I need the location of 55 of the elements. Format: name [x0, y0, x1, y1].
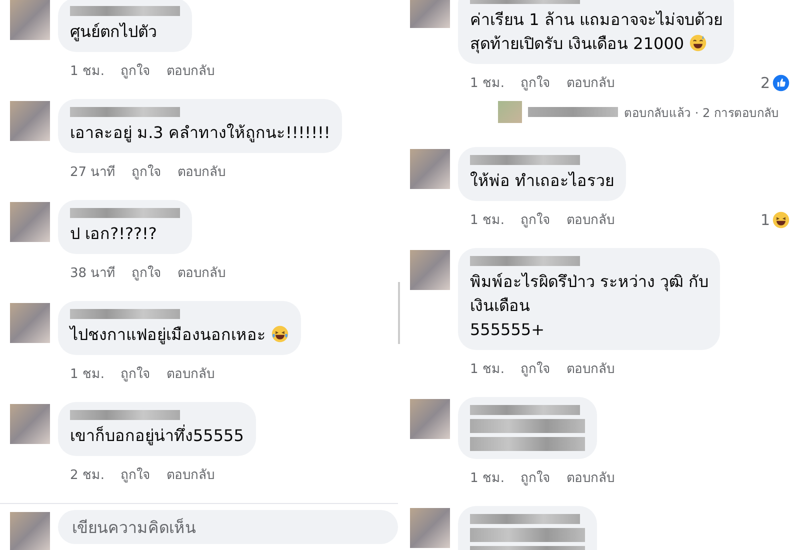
avatar-placeholder [410, 250, 450, 290]
comment-time[interactable]: 27 นาที [70, 161, 116, 182]
reply-link[interactable]: ตอบกลับ [566, 209, 615, 230]
like-link[interactable]: ถูกใจ [120, 464, 151, 485]
like-link[interactable]: ถูกใจ [132, 161, 162, 182]
comment-text: เอาละอยู่ ม.3 คลำทางให้ถูกนะ!!!!!!! [70, 122, 330, 144]
reply-link[interactable]: ตอบกลับ [566, 467, 615, 488]
avatar-placeholder [10, 202, 50, 242]
reaction-count[interactable]: 1 [760, 210, 790, 228]
laughing-face-icon [772, 210, 790, 228]
comment-time[interactable]: 1 ชม. [470, 209, 505, 230]
reply-link[interactable]: ตอบกลับ [566, 358, 615, 379]
comment-text: ค่าเรียน 1 ล้าน แถมอาจจะไม่จบด้วย สุดท้ายเปิดรับ เงินเดือน 21000 [470, 9, 722, 56]
avatar-placeholder [498, 101, 522, 123]
comment-time[interactable]: 1 ชม. [70, 60, 105, 81]
like-link[interactable]: ถูกใจ [520, 467, 551, 488]
like-link[interactable]: ถูกใจ [520, 209, 551, 230]
like-link[interactable]: ถูกใจ [120, 363, 151, 384]
laughing-face-icon [271, 325, 290, 343]
avatar-placeholder [410, 399, 450, 439]
comment-text: ไปชงกาแฟอยู่เมืองนอกเหอะ [70, 323, 290, 347]
reply-link[interactable]: ตอบกลับ [566, 72, 615, 93]
comment-time[interactable]: 38 นาที [70, 262, 116, 283]
comment-time[interactable]: 2 ชม. [70, 464, 105, 485]
comment-text: ป เอก?!??!? [70, 223, 158, 245]
comment-time[interactable]: 1 ชม. [70, 363, 105, 384]
like-link[interactable]: ถูกใจ [520, 72, 551, 93]
comment-text: ให้พ่อ ทำเถอะไอรวย [470, 170, 614, 192]
comment-text: ศูนย์ตกไปตัว [70, 21, 158, 44]
avatar-placeholder [10, 101, 50, 141]
reply-link[interactable]: ตอบกลับ [178, 161, 226, 182]
comment-time[interactable]: 1 ชม. [470, 72, 505, 93]
like-link[interactable]: ถูกใจ [120, 60, 151, 81]
reaction-count[interactable]: 2 [760, 74, 790, 92]
avatar-placeholder [410, 0, 450, 28]
reply-link[interactable]: ตอบกลับ [178, 262, 226, 283]
comment-input[interactable]: เขียนความคิดเห็น [58, 510, 398, 544]
reply-link[interactable]: ตอบกลับ [166, 363, 215, 384]
smiling-face-icon [689, 34, 708, 52]
comment-text: พิมพ์อะไรผิดรึป่าว ระหว่าง วุฒิ กับ เงินเดือน 555555+ [470, 271, 708, 341]
comment-text: เขาก็บอกอยู่น่าทึ่ง55555 [70, 424, 244, 448]
avatar-placeholder [10, 303, 50, 343]
replies-link[interactable]: ตอบกลับแล้ว · 2 การตอบกลับ [624, 102, 779, 122]
avatar-placeholder [10, 404, 50, 444]
reply-link[interactable]: ตอบกลับ [166, 464, 215, 485]
avatar-placeholder [410, 508, 450, 548]
comment-time[interactable]: 1 ชม. [470, 467, 505, 488]
like-link[interactable]: ถูกใจ [520, 358, 551, 379]
avatar-placeholder [10, 512, 50, 550]
avatar-placeholder [10, 0, 50, 40]
avatar-placeholder [410, 149, 450, 189]
thumbs-up-icon [772, 74, 790, 92]
like-link[interactable]: ถูกใจ [132, 262, 162, 283]
comment-time[interactable]: 1 ชม. [470, 358, 505, 379]
reply-link[interactable]: ตอบกลับ [166, 60, 215, 81]
